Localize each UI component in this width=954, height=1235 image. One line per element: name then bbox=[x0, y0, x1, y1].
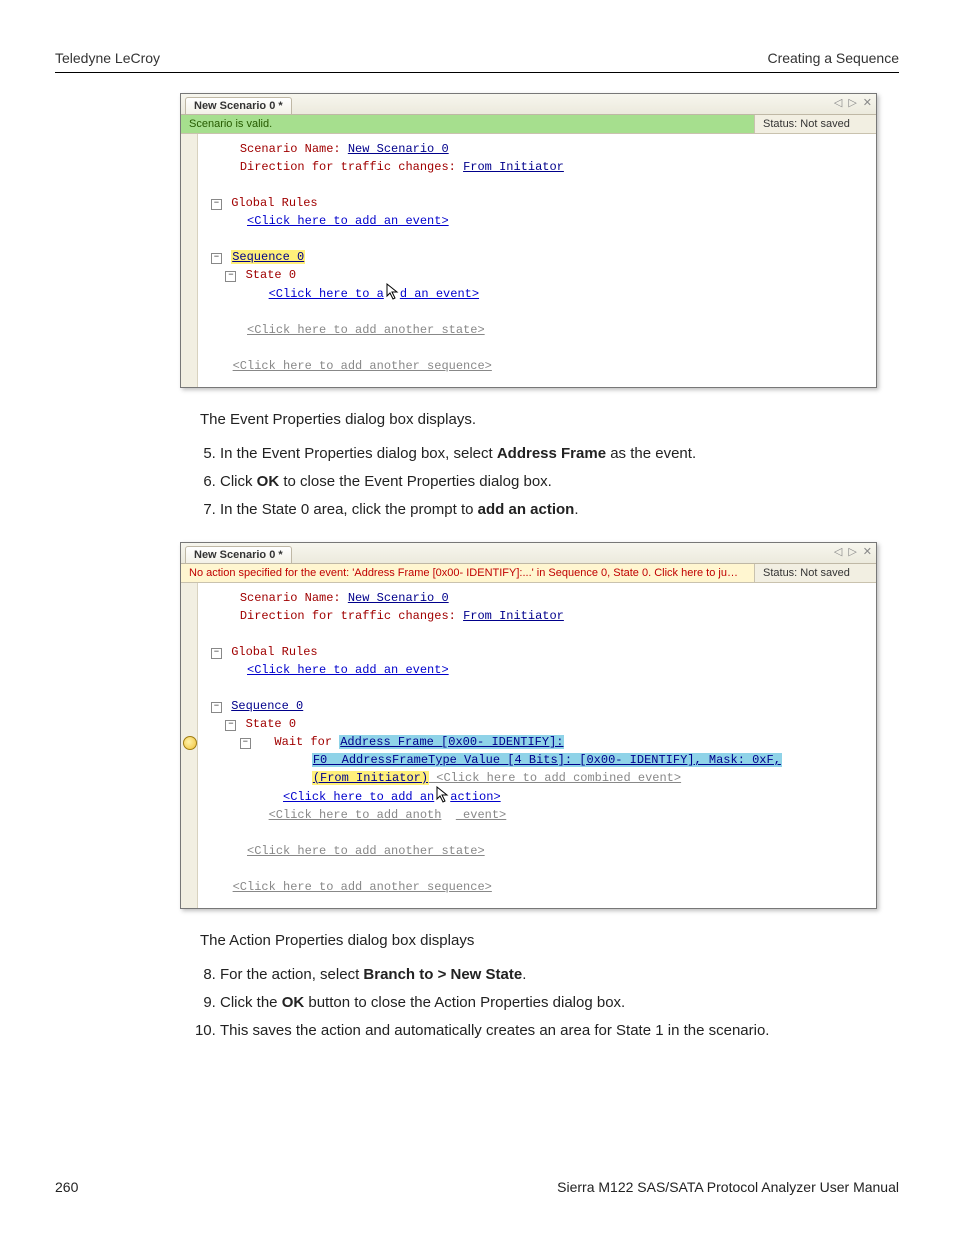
steps-list-1: In the Event Properties dialog box, sele… bbox=[200, 442, 869, 522]
add-state-link[interactable]: <Click here to add another state> bbox=[247, 323, 485, 337]
step-8: For the action, select Branch to > New S… bbox=[220, 963, 869, 987]
next-icon[interactable]: ▷ bbox=[848, 96, 856, 110]
add-event-link[interactable]: <Click here to add an event> bbox=[247, 214, 449, 228]
add-event-link[interactable]: <Click here to add an event> bbox=[247, 663, 449, 677]
collapse-icon[interactable]: − bbox=[211, 199, 222, 210]
add-combined-event-link[interactable]: <Click here to add combined event> bbox=[429, 771, 681, 785]
label-direction: Direction for traffic changes: bbox=[240, 160, 463, 174]
cursor-icon bbox=[385, 284, 399, 300]
direction-link[interactable]: From Initiator bbox=[463, 160, 564, 174]
warning-icon bbox=[183, 736, 197, 750]
step-7: In the State 0 area, click the prompt to… bbox=[220, 498, 869, 522]
header-left: Teledyne LeCroy bbox=[55, 50, 160, 66]
step-10: This saves the action and automatically … bbox=[220, 1019, 869, 1043]
steps-list-2: For the action, select Branch to > New S… bbox=[200, 963, 869, 1043]
screenshot-1: New Scenario 0 * ◁ ▷ ✕ Scenario is valid… bbox=[180, 93, 877, 388]
paragraph-1: The Event Properties dialog box displays… bbox=[200, 408, 869, 432]
sequence-0[interactable]: Sequence 0 bbox=[231, 699, 303, 713]
add-action-link[interactable]: <Click here to add an bbox=[283, 790, 434, 804]
collapse-icon[interactable]: − bbox=[211, 253, 222, 264]
sequence-0[interactable]: Sequence 0 bbox=[231, 250, 305, 264]
add-event-state0-link[interactable]: <Click here to a bbox=[269, 287, 384, 301]
tab-scenario[interactable]: New Scenario 0 * bbox=[185, 546, 292, 563]
label-scenario-name: Scenario Name: bbox=[240, 142, 348, 156]
add-state-link[interactable]: <Click here to add another state> bbox=[247, 844, 485, 858]
f0-line: F0 AddressFrameType Value [4 Bits]: [0x0… bbox=[312, 753, 782, 767]
close-icon[interactable]: ✕ bbox=[863, 96, 872, 110]
prev-icon[interactable]: ◁ bbox=[834, 96, 842, 110]
screenshot-2: New Scenario 0 * ◁ ▷ ✕ No action specifi… bbox=[180, 542, 877, 909]
state-0: State 0 bbox=[246, 268, 296, 282]
status-message: Scenario is valid. bbox=[181, 115, 755, 133]
scenario-name-link[interactable]: New Scenario 0 bbox=[348, 142, 449, 156]
close-icon[interactable]: ✕ bbox=[863, 545, 872, 559]
collapse-icon[interactable]: − bbox=[240, 738, 251, 749]
manual-title: Sierra M122 SAS/SATA Protocol Analyzer U… bbox=[557, 1179, 899, 1195]
header-right: Creating a Sequence bbox=[767, 50, 899, 66]
status-save: Status: Not saved bbox=[755, 115, 876, 133]
scenario-name-link[interactable]: New Scenario 0 bbox=[348, 591, 449, 605]
status-message[interactable]: No action specified for the event: 'Addr… bbox=[181, 564, 755, 582]
wait-for: Wait for bbox=[274, 735, 339, 749]
status-save: Status: Not saved bbox=[755, 564, 876, 582]
collapse-icon[interactable]: − bbox=[211, 702, 222, 713]
paragraph-2: The Action Properties dialog box display… bbox=[200, 929, 869, 953]
step-9: Click the OK button to close the Action … bbox=[220, 991, 869, 1015]
collapse-icon[interactable]: − bbox=[225, 271, 236, 282]
prev-icon[interactable]: ◁ bbox=[834, 545, 842, 559]
add-sequence-link[interactable]: <Click here to add another sequence> bbox=[233, 880, 492, 894]
collapse-icon[interactable]: − bbox=[225, 720, 236, 731]
global-rules: Global Rules bbox=[231, 645, 317, 659]
state-0: State 0 bbox=[246, 717, 296, 731]
address-frame[interactable]: Address Frame [0x00- IDENTIFY]: bbox=[339, 735, 564, 749]
collapse-icon[interactable]: − bbox=[211, 648, 222, 659]
from-initiator[interactable]: (From Initiator) bbox=[312, 771, 429, 785]
tab-scenario[interactable]: New Scenario 0 * bbox=[185, 97, 292, 114]
direction-link[interactable]: From Initiator bbox=[463, 609, 564, 623]
add-another-event-link[interactable]: <Click here to add anoth bbox=[269, 808, 442, 822]
step-6: Click OK to close the Event Properties d… bbox=[220, 470, 869, 494]
next-icon[interactable]: ▷ bbox=[848, 545, 856, 559]
cursor-icon bbox=[435, 787, 449, 803]
label-direction: Direction for traffic changes: bbox=[240, 609, 463, 623]
global-rules: Global Rules bbox=[231, 196, 317, 210]
page-number: 260 bbox=[55, 1179, 78, 1195]
step-5: In the Event Properties dialog box, sele… bbox=[220, 442, 869, 466]
label-scenario-name: Scenario Name: bbox=[240, 591, 348, 605]
add-sequence-link[interactable]: <Click here to add another sequence> bbox=[233, 359, 492, 373]
